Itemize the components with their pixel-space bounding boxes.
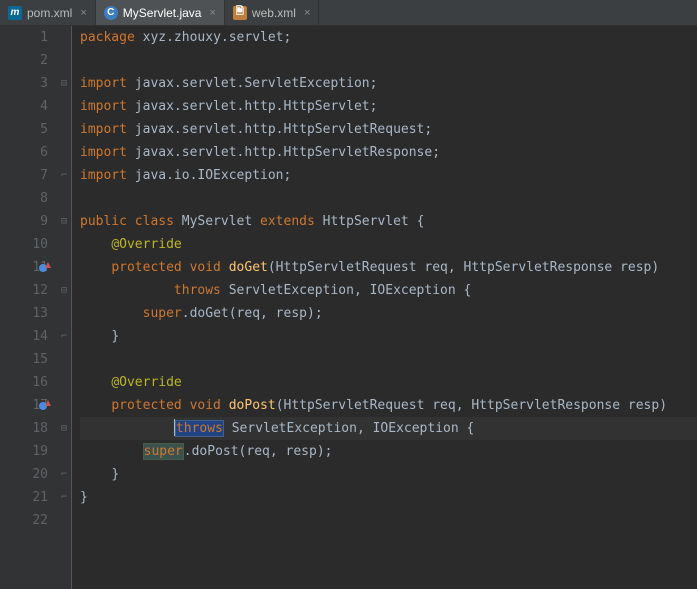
tab-label: MyServlet.java (123, 6, 202, 20)
line-number: 16 (0, 371, 48, 394)
code-line[interactable]: import java.io.IOException; (80, 164, 697, 187)
code-editor[interactable]: 1 2 3 4 5 6 7 8 9 10 11 12 13 14 15 16 1… (0, 26, 697, 589)
code-line[interactable]: @Override (80, 233, 697, 256)
line-number: 6 (0, 141, 48, 164)
line-number: 19 (0, 440, 48, 463)
tab-label: pom.xml (27, 6, 72, 20)
close-icon[interactable]: × (304, 7, 310, 19)
close-icon[interactable]: × (209, 7, 215, 19)
tab-label: web.xml (252, 6, 296, 20)
maven-icon: m (8, 6, 22, 20)
fold-end-icon[interactable]: ⌐ (56, 486, 72, 509)
tab-webxml[interactable]: 🗎 web.xml × (225, 0, 319, 25)
override-marker-icon[interactable] (34, 256, 52, 279)
line-number: 13 (0, 302, 48, 325)
line-number-gutter: 1 2 3 4 5 6 7 8 9 10 11 12 13 14 15 16 1… (0, 26, 56, 589)
code-line[interactable] (80, 348, 697, 371)
code-line[interactable]: throws ServletException, IOException { (80, 279, 697, 302)
tab-myservlet[interactable]: C MyServlet.java × (96, 0, 225, 25)
code-line[interactable]: protected void doPost(HttpServletRequest… (80, 394, 697, 417)
fold-end-icon[interactable]: ⌐ (56, 325, 72, 348)
fold-collapse-icon[interactable]: ⊟ (56, 279, 72, 302)
line-number: 4 (0, 95, 48, 118)
xml-icon: 🗎 (233, 6, 247, 20)
java-class-icon: C (104, 6, 118, 20)
line-number: 1 (0, 26, 48, 49)
code-line[interactable]: import javax.servlet.ServletException; (80, 72, 697, 95)
code-line[interactable]: package xyz.zhouxy.servlet; (80, 26, 697, 49)
line-number: 14 (0, 325, 48, 348)
code-line[interactable]: public class MyServlet extends HttpServl… (80, 210, 697, 233)
fold-collapse-icon[interactable]: ⊟ (56, 210, 72, 233)
line-number: 15 (0, 348, 48, 371)
close-icon[interactable]: × (80, 7, 86, 19)
override-marker-icon[interactable] (34, 394, 52, 417)
code-line[interactable] (80, 49, 697, 72)
line-number: 21 (0, 486, 48, 509)
line-number: 8 (0, 187, 48, 210)
editor-tabs: m pom.xml × C MyServlet.java × 🗎 web.xml… (0, 0, 697, 26)
line-number: 3 (0, 72, 48, 95)
code-line[interactable]: super.doPost(req, resp); (80, 440, 697, 463)
code-line[interactable]: import javax.servlet.http.HttpServlet; (80, 95, 697, 118)
line-number: 18 (0, 417, 48, 440)
fold-collapse-icon[interactable]: ⊟ (56, 72, 72, 95)
code-line[interactable]: } (80, 486, 697, 509)
fold-collapse-icon[interactable]: ⊟ (56, 417, 72, 440)
tab-pom[interactable]: m pom.xml × (0, 0, 96, 25)
line-number: 20 (0, 463, 48, 486)
code-line[interactable] (80, 509, 697, 532)
fold-gutter: ⊟ ⌐ ⊟ ⊟ ⌐ ⊟ ⌐ ⌐ (56, 26, 72, 589)
code-area[interactable]: package xyz.zhouxy.servlet; import javax… (72, 26, 697, 589)
code-line[interactable] (80, 187, 697, 210)
code-line-current[interactable]: throws ServletException, IOException { (80, 417, 697, 440)
line-number: 5 (0, 118, 48, 141)
code-line[interactable]: import javax.servlet.http.HttpServletReq… (80, 118, 697, 141)
fold-end-icon[interactable]: ⌐ (56, 463, 72, 486)
fold-end-icon[interactable]: ⌐ (56, 164, 72, 187)
code-line[interactable]: @Override (80, 371, 697, 394)
line-number: 7 (0, 164, 48, 187)
line-number: 9 (0, 210, 48, 233)
line-number: 10 (0, 233, 48, 256)
code-line[interactable]: protected void doGet(HttpServletRequest … (80, 256, 697, 279)
code-line[interactable]: } (80, 463, 697, 486)
code-line[interactable]: import javax.servlet.http.HttpServletRes… (80, 141, 697, 164)
code-line[interactable]: } (80, 325, 697, 348)
line-number: 22 (0, 509, 48, 532)
code-line[interactable]: super.doGet(req, resp); (80, 302, 697, 325)
line-number: 12 (0, 279, 48, 302)
line-number: 2 (0, 49, 48, 72)
text-cursor (174, 419, 175, 436)
